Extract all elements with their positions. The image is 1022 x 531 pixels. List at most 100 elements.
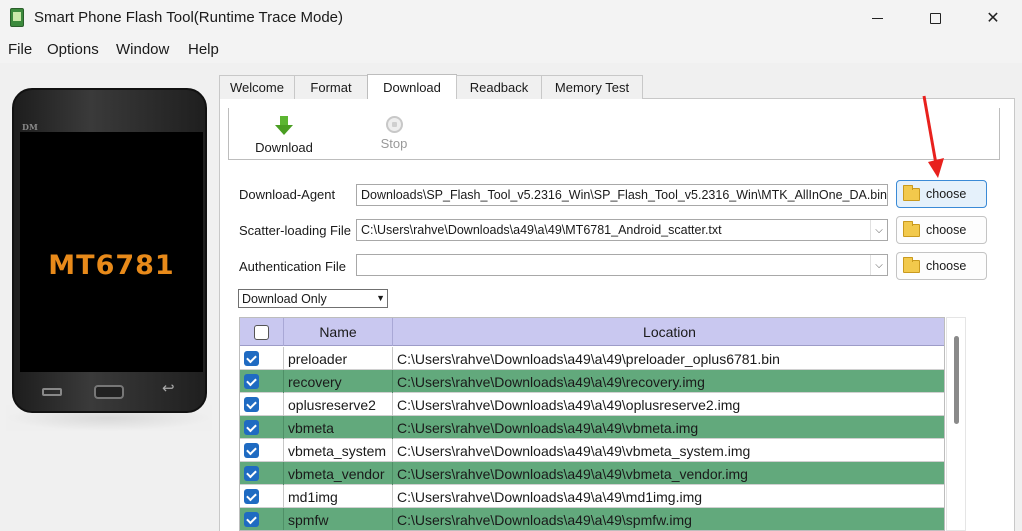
row-check-cell — [240, 439, 284, 462]
download-agent-label: Download-Agent — [239, 187, 336, 202]
menu-help[interactable]: Help — [188, 41, 219, 58]
table-row[interactable]: vbmeta_system C:\Users\rahve\Downloads\a4… — [240, 439, 944, 462]
window-title: Smart Phone Flash Tool(Runtime Trace Mod… — [34, 9, 344, 26]
phone-home-key-icon — [94, 385, 124, 399]
row-checkbox[interactable] — [244, 489, 259, 504]
download-mode-value: Download Only — [242, 292, 327, 306]
download-agent-field[interactable]: Downloads\SP_Flash_Tool_v5.2316_Win\SP_F… — [356, 184, 888, 206]
folder-icon — [903, 184, 920, 201]
table-row[interactable]: vbmeta C:\Users\rahve\Downloads\a49\a\49\… — [240, 416, 944, 439]
minimize-button[interactable] — [854, 0, 900, 36]
row-check-cell — [240, 393, 284, 416]
tab-welcome[interactable]: Welcome — [219, 75, 295, 99]
partition-name: vbmeta_vendor — [284, 462, 393, 485]
select-all-cell — [240, 318, 284, 346]
partition-name: preloader — [284, 347, 393, 370]
tab-memory-test[interactable]: Memory Test — [541, 75, 643, 99]
phone-screen: MT6781 — [20, 132, 203, 372]
select-all-checkbox[interactable] — [254, 324, 269, 340]
table-row[interactable]: md1img C:\Users\rahve\Downloads\a49\a\49\… — [240, 485, 944, 508]
auth-file-combo[interactable]: ⌵ — [356, 254, 888, 276]
row-checkbox[interactable] — [244, 374, 259, 389]
table-row[interactable]: vbmeta_vendor C:\Users\rahve\Downloads\a4… — [240, 462, 944, 485]
tab-download[interactable]: Download — [367, 74, 457, 99]
maximize-icon — [929, 12, 941, 24]
stop-icon — [385, 116, 403, 133]
partition-location[interactable]: C:\Users\rahve\Downloads\a49\a\49\recove… — [393, 370, 944, 393]
partition-location[interactable]: C:\Users\rahve\Downloads\a49\a\49\vbmeta… — [393, 462, 944, 485]
choose-label: choose — [926, 187, 967, 201]
close-button[interactable]: ✕ — [970, 0, 1016, 36]
row-check-cell — [240, 416, 284, 439]
stop-button[interactable]: Stop — [369, 116, 419, 151]
scatter-file-value: C:\Users\rahve\Downloads\a49\a\49\MT6781… — [361, 223, 722, 237]
menu-bar: File Options Window Help — [0, 36, 1022, 63]
partition-location[interactable]: C:\Users\rahve\Downloads\a49\a\49\oplusr… — [393, 393, 944, 416]
phone-back-key-icon: ↩ — [162, 380, 175, 397]
partition-name: vbmeta — [284, 416, 393, 439]
partition-location[interactable]: C:\Users\rahve\Downloads\a49\a\49\vbmeta… — [393, 416, 944, 439]
dropdown-arrow-icon: ▼ — [376, 293, 385, 303]
menu-window[interactable]: Window — [116, 41, 169, 58]
phone-image: DM MT6781 ↩ — [12, 88, 207, 413]
app-icon — [10, 8, 24, 27]
column-name[interactable]: Name — [284, 318, 393, 346]
partition-location[interactable]: C:\Users\rahve\Downloads\a49\a\49\preloa… — [393, 347, 944, 370]
menu-file[interactable]: File — [8, 41, 32, 58]
annotation-arrow-icon — [922, 95, 944, 178]
tab-readback[interactable]: Readback — [456, 75, 542, 99]
choose-label: choose — [926, 223, 967, 237]
row-checkbox[interactable] — [244, 466, 259, 481]
folder-icon — [903, 256, 920, 273]
row-checkbox[interactable] — [244, 443, 259, 458]
row-check-cell — [240, 462, 284, 485]
title-bar: Smart Phone Flash Tool(Runtime Trace Mod… — [0, 0, 1022, 36]
choose-label: choose — [926, 259, 967, 273]
table-row[interactable]: spmfw C:\Users\rahve\Downloads\a49\a\49\s… — [240, 508, 944, 530]
auth-file-choose-button[interactable]: choose — [896, 252, 987, 280]
tab-format[interactable]: Format — [294, 75, 368, 99]
partition-name: recovery — [284, 370, 393, 393]
partition-name: md1img — [284, 485, 393, 508]
scatter-file-combo[interactable]: C:\Users\rahve\Downloads\a49\a\49\MT6781… — [356, 219, 888, 241]
row-check-cell — [240, 485, 284, 508]
close-icon: ✕ — [986, 10, 1000, 27]
column-location[interactable]: Location — [393, 318, 944, 346]
row-checkbox[interactable] — [244, 420, 259, 435]
download-arrow-icon — [275, 116, 293, 136]
phone-menu-key-icon — [42, 388, 62, 396]
auth-file-label: Authentication File — [239, 259, 346, 274]
partition-name: vbmeta_system — [284, 439, 393, 462]
row-check-cell — [240, 370, 284, 393]
partition-location[interactable]: C:\Users\rahve\Downloads\a49\a\49\md1img… — [393, 485, 944, 508]
menu-options[interactable]: Options — [47, 41, 99, 58]
partition-location[interactable]: C:\Users\rahve\Downloads\a49\a\49\vbmeta… — [393, 439, 944, 462]
scatter-file-choose-button[interactable]: choose — [896, 216, 987, 244]
partition-table: Name Location preloader C:\Users\rahve\Do… — [239, 317, 945, 531]
download-button[interactable]: Download — [249, 116, 319, 155]
scroll-thumb[interactable] — [954, 336, 959, 424]
phone-chip-label: MT6781 — [48, 250, 175, 281]
table-row[interactable]: preloader C:\Users\rahve\Downloads\a49\a\… — [240, 347, 944, 370]
row-checkbox[interactable] — [244, 397, 259, 412]
phone-brand: DM — [22, 122, 38, 132]
table-scrollbar[interactable] — [946, 317, 966, 531]
stop-button-label: Stop — [380, 136, 408, 151]
partition-name: spmfw — [284, 508, 393, 530]
download-mode-select[interactable]: Download Only ▼ — [238, 289, 388, 308]
table-header: Name Location — [240, 318, 944, 346]
download-agent-choose-button[interactable]: choose — [896, 180, 987, 208]
row-checkbox[interactable] — [244, 512, 259, 527]
scatter-file-label: Scatter-loading File — [239, 223, 351, 238]
row-checkbox[interactable] — [244, 351, 259, 366]
maximize-button[interactable] — [912, 0, 958, 36]
partition-location[interactable]: C:\Users\rahve\Downloads\a49\a\49\spmfw.… — [393, 508, 944, 530]
table-row[interactable]: recovery C:\Users\rahve\Downloads\a49\a\4… — [240, 370, 944, 393]
table-row[interactable]: oplusreserve2 C:\Users\rahve\Downloads\a4… — [240, 393, 944, 416]
partition-name: oplusreserve2 — [284, 393, 393, 416]
minimize-icon — [871, 17, 883, 19]
chevron-down-icon[interactable]: ⌵ — [870, 255, 887, 275]
chevron-down-icon[interactable]: ⌵ — [870, 220, 887, 240]
action-toolbar: Download Stop — [228, 108, 1000, 160]
row-check-cell — [240, 508, 284, 530]
